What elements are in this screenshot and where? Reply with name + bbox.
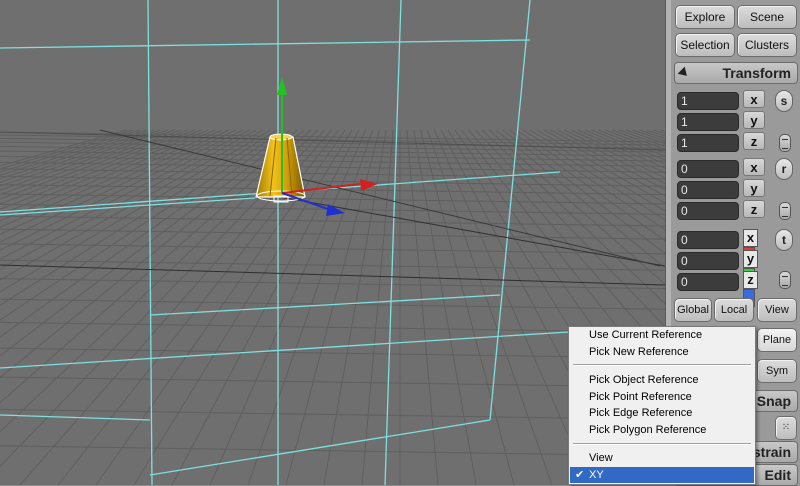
view-button[interactable]: View	[757, 298, 797, 322]
edit-title: Edit	[764, 467, 791, 483]
scale-options-icon[interactable]	[779, 134, 791, 152]
local-button[interactable]: Local	[714, 298, 754, 322]
rotate-z-field[interactable]: 0	[677, 202, 739, 220]
menu-item-pick-object-reference[interactable]: Pick Object Reference	[570, 372, 754, 388]
rotate-x-field[interactable]: 0	[677, 160, 739, 178]
menu-item-pick-edge-reference[interactable]: Pick Edge Reference	[570, 405, 754, 421]
constrain-title: strain	[752, 444, 791, 460]
scale-y-field[interactable]: 1	[677, 113, 739, 131]
axis-z-label: z	[743, 271, 758, 289]
scale-y-axis-button[interactable]: y	[743, 111, 765, 129]
transform-header[interactable]: Transform	[674, 62, 798, 84]
rotate-x-axis-button[interactable]: x	[743, 158, 765, 176]
rotate-y-axis-button[interactable]: y	[743, 179, 765, 197]
menu-item-pick-polygon-reference[interactable]: Pick Polygon Reference	[570, 422, 754, 438]
menu-item-xy-label: XY	[589, 469, 604, 481]
rotate-options-icon[interactable]	[779, 202, 791, 220]
axis-y-label: y	[743, 250, 758, 268]
snap-title: Snap	[756, 393, 791, 409]
global-button[interactable]: Global	[674, 298, 712, 322]
selection-button[interactable]: Selection	[675, 33, 735, 57]
scale-z-axis-button[interactable]: z	[743, 132, 765, 150]
menu-separator	[573, 443, 751, 445]
translate-y-axis-button[interactable]: y	[743, 250, 767, 286]
translate-options-icon[interactable]	[779, 271, 791, 289]
scale-z-field[interactable]: 1	[677, 134, 739, 152]
translate-z-field[interactable]: 0	[677, 273, 739, 291]
collapse-triangle-icon	[677, 66, 691, 80]
rotate-mode-button[interactable]: r	[775, 158, 793, 180]
scene-button[interactable]: Scene	[737, 5, 797, 29]
reference-plane-context-menu: Use Current Reference Pick New Reference…	[568, 326, 756, 485]
menu-item-xy[interactable]: ✔ XY	[570, 467, 754, 483]
translate-y-field[interactable]: 0	[677, 252, 739, 270]
menu-separator	[573, 364, 751, 366]
translate-x-field[interactable]: 0	[677, 231, 739, 249]
translate-z-axis-button[interactable]: z	[743, 271, 767, 307]
snap-grid-icon[interactable]: ⁙	[775, 416, 797, 440]
axis-x-label: x	[743, 229, 758, 247]
rotate-y-field[interactable]: 0	[677, 181, 739, 199]
plane-button[interactable]: Plane	[757, 328, 797, 352]
checkmark-icon: ✔	[575, 469, 585, 481]
scale-x-field[interactable]: 1	[677, 92, 739, 110]
ground-grid	[0, 129, 665, 485]
3d-viewport[interactable]	[0, 0, 665, 485]
menu-item-pick-point-reference[interactable]: Pick Point Reference	[570, 389, 754, 405]
translate-mode-button[interactable]: t	[775, 229, 793, 251]
menu-item-view[interactable]: View	[570, 450, 754, 466]
rotate-z-axis-button[interactable]: z	[743, 200, 765, 218]
explore-button[interactable]: Explore	[675, 5, 735, 29]
viewport-canvas[interactable]	[0, 0, 665, 485]
sym-button[interactable]: Sym	[757, 359, 797, 383]
scale-x-axis-button[interactable]: x	[743, 90, 765, 108]
translate-x-axis-button[interactable]: x	[743, 229, 767, 265]
transform-title: Transform	[722, 65, 791, 81]
clusters-button[interactable]: Clusters	[737, 33, 797, 57]
menu-item-use-current-reference[interactable]: Use Current Reference	[570, 327, 754, 343]
menu-item-pick-new-reference[interactable]: Pick New Reference	[570, 344, 754, 360]
scale-mode-button[interactable]: s	[775, 90, 793, 112]
